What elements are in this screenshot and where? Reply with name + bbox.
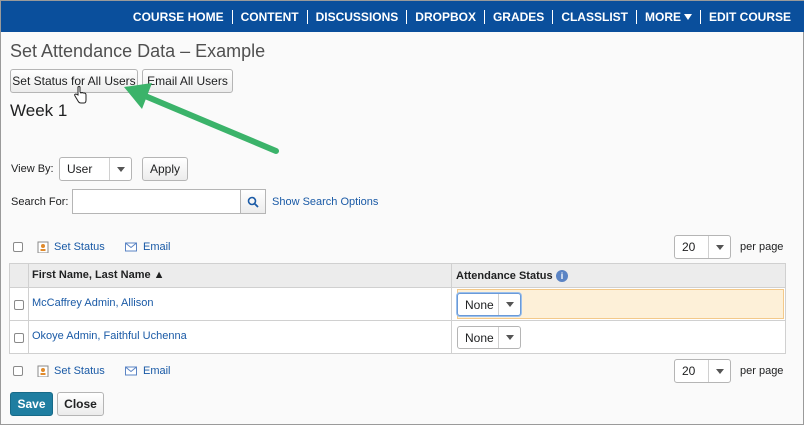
per-page-value: 20 <box>682 364 696 378</box>
attendance-status-value: None <box>465 330 494 345</box>
attendance-table: First Name, Last Name ▲ Attendance Statu… <box>9 263 786 354</box>
attendance-status-value: None <box>465 297 494 312</box>
chevron-down-icon <box>109 158 131 180</box>
set-status-icon <box>37 365 49 377</box>
nav-discussions[interactable]: DISCUSSIONS <box>308 10 407 24</box>
nav-more-label: MORE <box>644 9 681 24</box>
chevron-down-icon <box>708 236 730 258</box>
per-page-label: per page <box>740 241 784 253</box>
col-name-header[interactable]: First Name, Last Name ▲ <box>32 269 165 281</box>
nav-classlist[interactable]: CLASSLIST <box>553 10 636 24</box>
email-link-bottom[interactable]: Email <box>143 365 171 377</box>
email-icon <box>125 366 137 376</box>
chevron-down-icon <box>708 360 730 382</box>
per-page-select[interactable]: 20 <box>674 235 731 259</box>
search-input[interactable] <box>72 189 240 214</box>
nav-dropbox[interactable]: DROPBOX <box>407 10 484 24</box>
search-button[interactable] <box>240 189 266 214</box>
show-search-options-link[interactable]: Show Search Options <box>272 196 378 208</box>
close-button[interactable]: Close <box>57 392 104 416</box>
row-checkbox[interactable] <box>14 333 24 343</box>
annotation-arrow <box>124 83 279 154</box>
view-by-value: User <box>67 162 93 176</box>
column-divider <box>451 264 452 353</box>
attendance-status-select[interactable]: None <box>457 293 521 316</box>
nav-content[interactable]: CONTENT <box>233 10 307 24</box>
email-icon <box>125 242 137 252</box>
per-page-label-bottom: per page <box>740 365 784 377</box>
view-by-label: View By: <box>11 163 54 175</box>
table-header: First Name, Last Name ▲ Attendance Statu… <box>10 264 785 288</box>
select-all-checkbox[interactable] <box>13 242 23 252</box>
search-icon <box>247 196 259 208</box>
app-frame: COURSE HOME CONTENT DISCUSSIONS DROPBOX … <box>0 0 804 425</box>
student-name-link[interactable]: McCaffrey Admin, Allison <box>32 297 153 309</box>
nav-edit-course[interactable]: EDIT COURSE <box>701 10 799 24</box>
search-for-label: Search For: <box>11 196 69 208</box>
attendance-status-select[interactable]: None <box>457 326 521 349</box>
hand-cursor-icon <box>74 86 87 104</box>
nav-grades[interactable]: GRADES <box>485 10 552 24</box>
column-divider <box>28 264 29 353</box>
table-row: Okoye Admin, Faithful Uchenna None <box>10 321 785 353</box>
per-page-value: 20 <box>682 240 696 254</box>
view-by-select[interactable]: User <box>59 157 132 181</box>
info-icon[interactable]: i <box>556 270 568 282</box>
save-button[interactable]: Save <box>10 392 53 416</box>
per-page-select-bottom[interactable]: 20 <box>674 359 731 383</box>
page-title: Set Attendance Data – Example <box>10 41 266 61</box>
chevron-down-icon <box>683 14 692 21</box>
student-name-link[interactable]: Okoye Admin, Faithful Uchenna <box>32 330 187 342</box>
top-nav: COURSE HOME CONTENT DISCUSSIONS DROPBOX … <box>1 1 804 32</box>
apply-button[interactable]: Apply <box>142 157 188 181</box>
nav-course-home[interactable]: COURSE HOME <box>125 10 232 24</box>
chevron-down-icon <box>498 327 520 348</box>
row-checkbox[interactable] <box>14 300 24 310</box>
set-status-icon <box>37 241 49 253</box>
chevron-down-icon <box>498 294 520 315</box>
select-all-checkbox-bottom[interactable] <box>13 366 23 376</box>
col-status-header: Attendance Status <box>456 270 553 282</box>
table-row: McCaffrey Admin, Allison None <box>10 288 785 321</box>
set-status-link[interactable]: Set Status <box>54 241 105 253</box>
week-heading: Week 1 <box>10 101 68 120</box>
email-link[interactable]: Email <box>143 241 171 253</box>
set-status-link-bottom[interactable]: Set Status <box>54 365 105 377</box>
nav-more[interactable]: MORE <box>637 10 700 24</box>
